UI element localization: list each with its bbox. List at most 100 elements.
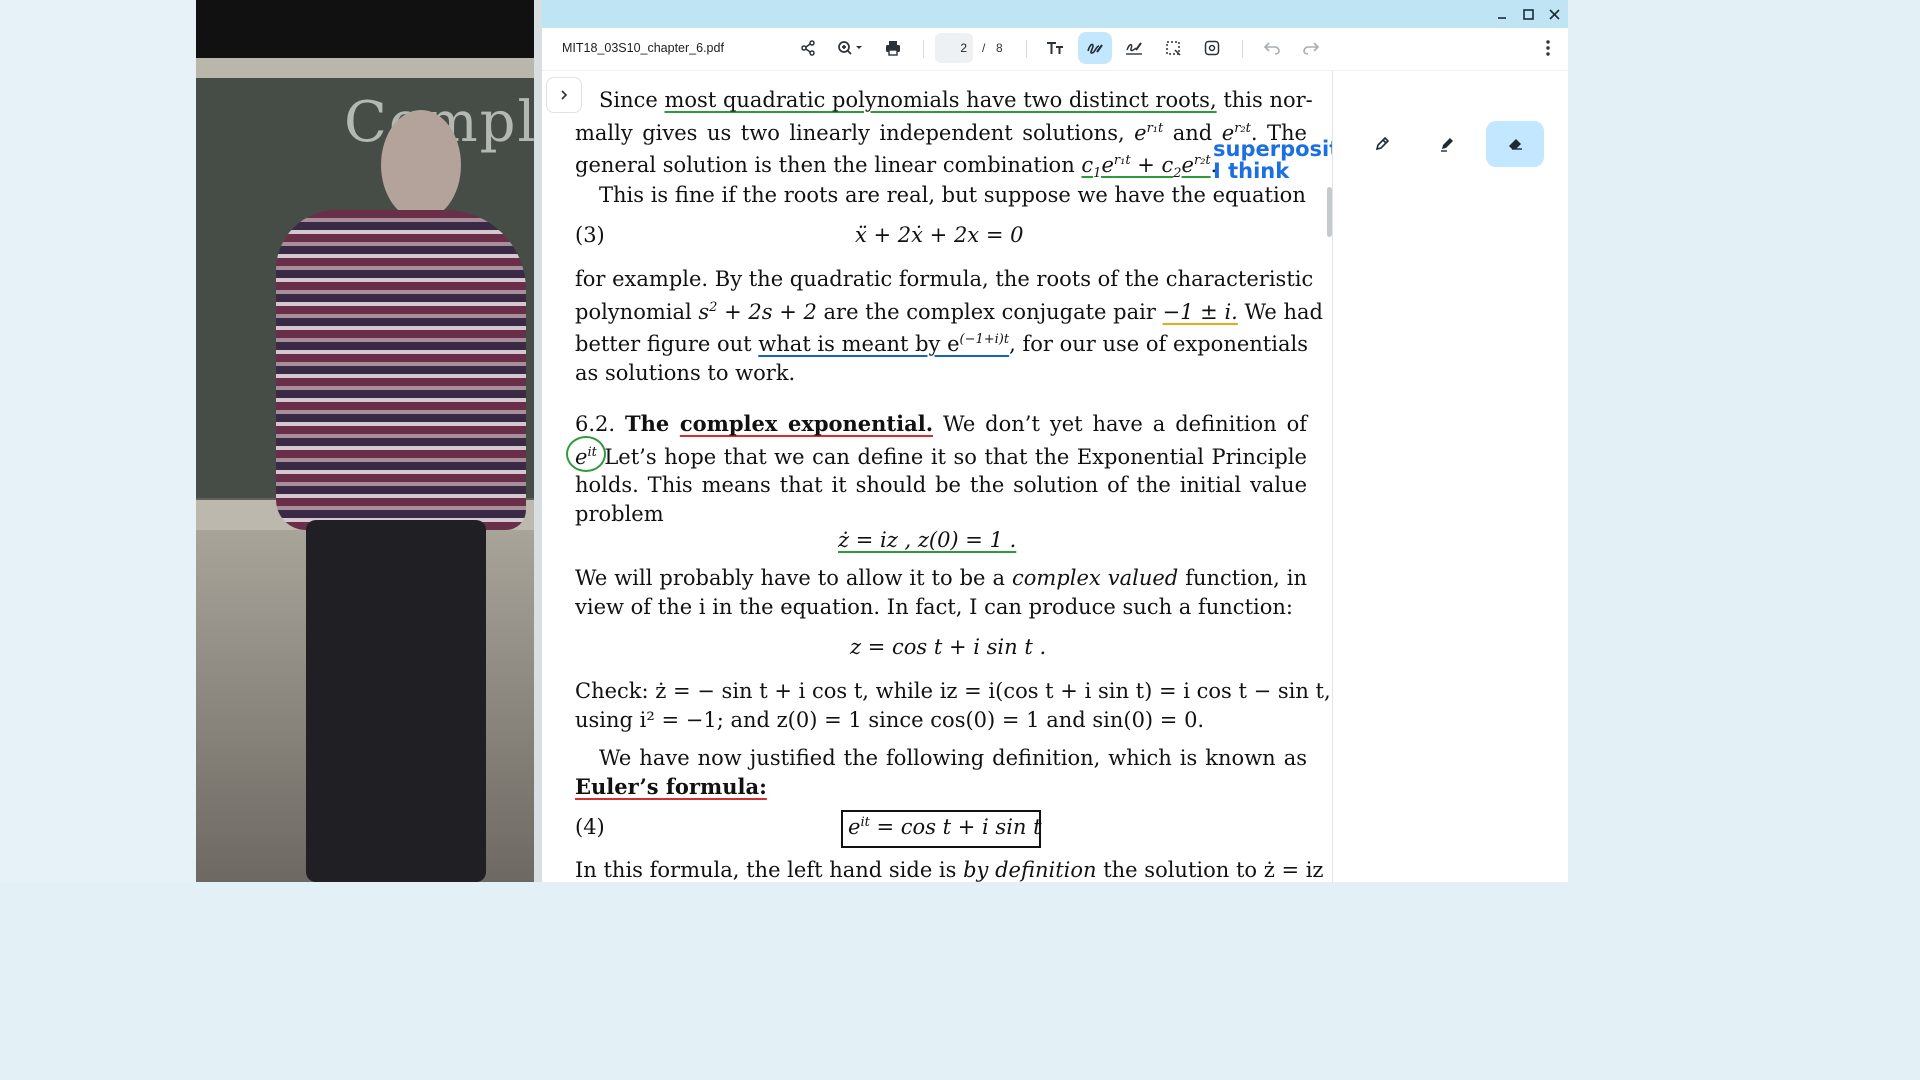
signature-icon <box>1126 42 1142 55</box>
close-icon <box>1548 8 1560 20</box>
emphasis: by definition <box>963 858 1097 882</box>
equation-number: (4) <box>575 815 605 839</box>
toolbar-separator <box>923 40 924 58</box>
page-number-input[interactable]: 2 <box>935 33 973 63</box>
select-icon <box>1166 41 1181 56</box>
desktop-background <box>0 0 196 882</box>
text-run: this nor- <box>1216 88 1313 112</box>
undo-icon <box>1264 42 1280 55</box>
text-line: using i² = −1; and z(0) = 1 since cos(0)… <box>575 707 1205 732</box>
share-button[interactable] <box>791 32 825 64</box>
share-icon <box>801 40 815 56</box>
note-line: superposition <box>1213 137 1332 161</box>
text-run: general solution is then the linear comb… <box>575 153 1082 177</box>
lecturer-legs <box>306 520 486 882</box>
minimize-button[interactable] <box>1491 3 1513 25</box>
redo-button[interactable] <box>1294 32 1328 64</box>
annotation-tools-pane <box>1333 71 1568 882</box>
eraser-tool-button[interactable] <box>1486 121 1544 167</box>
sidebar-toggle-button[interactable] <box>546 77 582 113</box>
page-total: 8 <box>996 41 1003 55</box>
undo-button[interactable] <box>1255 32 1289 64</box>
text-button[interactable] <box>1038 32 1072 64</box>
equation-4-rhs: = cos t + i sin t <box>876 815 1042 839</box>
paragraph-check: Check: ż = − sin t + i cos t, while iz =… <box>575 677 1331 734</box>
equation-4: eit = cos t + i sin t <box>848 815 1042 839</box>
equation-3: ẍ + 2ẋ + 2x = 0 <box>855 223 1024 247</box>
text-run: In this formula, the left hand side is <box>575 858 964 882</box>
minimize-icon <box>1498 17 1506 19</box>
emphasis: complex valued <box>1011 566 1179 590</box>
maximize-icon <box>1522 8 1534 20</box>
section-title: The <box>625 411 680 436</box>
video-edge <box>534 0 542 882</box>
paragraph-example: for example. By the quadratic formula, t… <box>575 265 1323 387</box>
pdf-page[interactable]: Since most quadratic polynomials have tw… <box>542 71 1332 882</box>
paragraph-last: In this formula, the left hand side is b… <box>575 856 1324 882</box>
toolbar-separator <box>1026 40 1027 58</box>
title-bar <box>542 0 1568 28</box>
section-complex-exponential: 6.2. The complex exponential. We don’t y… <box>575 410 1307 528</box>
text-run: , for our use of exponentials <box>1009 332 1308 356</box>
text-run: are the complex conjugate pair <box>816 299 1163 324</box>
text-line: for example. By the quadratic formula, t… <box>575 267 1314 291</box>
board-rail <box>196 58 542 78</box>
draw-icon <box>1087 43 1103 54</box>
pen-icon <box>1375 136 1390 151</box>
paragraph-suppose: This is fine if the roots are real, but … <box>575 181 1307 210</box>
text-run: better figure out <box>575 332 759 356</box>
zoom-button[interactable] <box>830 32 872 64</box>
text-run: We had <box>1237 299 1323 324</box>
close-button[interactable] <box>1543 3 1565 25</box>
maximize-button[interactable] <box>1517 3 1539 25</box>
note-line: I think <box>1213 159 1290 183</box>
draw-button[interactable] <box>1078 32 1112 64</box>
text-run: Since <box>599 88 665 112</box>
page-separator: / <box>982 41 986 55</box>
eraser-icon <box>1509 139 1522 150</box>
text-run: Let’s hope that we can define it so that… <box>596 444 1307 469</box>
board-top <box>196 0 542 62</box>
section-number: 6.2. <box>575 412 616 436</box>
zoom-icon <box>838 41 862 55</box>
pen-tool-button[interactable] <box>1353 121 1411 167</box>
equation-number: (3) <box>575 223 605 247</box>
circle-annotation <box>566 436 606 472</box>
section-title-annotated: complex exponential. <box>679 411 934 436</box>
eulers-formula-heading: Euler’s formula: <box>575 773 767 799</box>
chevron-right-icon <box>561 90 568 100</box>
handwritten-note: superposition I think <box>1213 138 1332 182</box>
text-run: the solution to ż = iz <box>1096 858 1324 882</box>
highlighter-tool-button[interactable] <box>1418 121 1476 167</box>
text-line: Check: ż = − sin t + i cos t, while iz =… <box>575 679 1331 703</box>
lecturer-head <box>381 110 461 220</box>
text-line: problem <box>575 501 664 526</box>
annotated-phrase: what is meant by e <box>758 332 960 356</box>
lecturer-sweater <box>276 210 526 530</box>
lens-icon <box>1204 40 1220 56</box>
lecture-video[interactable]: Complex <box>196 0 542 882</box>
equation-z: z = cos t + i sin t . <box>850 635 1047 659</box>
text-run: We don’t yet have a definition of <box>933 412 1307 436</box>
select-button[interactable] <box>1156 32 1190 64</box>
paragraph-complex-valued: We will probably have to allow it to be … <box>575 564 1307 621</box>
annotated-phrase: most quadratic polynomials have two dist… <box>664 88 1217 112</box>
more-menu-button[interactable] <box>1531 32 1565 64</box>
text-line: as solutions to work. <box>575 360 796 385</box>
print-button[interactable] <box>876 32 910 64</box>
text-line: holds. This means that it should be the … <box>575 473 1307 497</box>
text-line: We have now justified the following defi… <box>599 746 1307 770</box>
more-icon <box>1546 40 1550 56</box>
pdf-viewer-window: MIT18_03S10_chapter_6.pdf 2 / 8 Since mo… <box>542 0 1568 882</box>
lens-button[interactable] <box>1195 32 1229 64</box>
redo-icon <box>1303 42 1319 55</box>
text-line: view of the i in the equation. In fact, … <box>575 594 1293 619</box>
print-icon <box>886 41 900 56</box>
signature-button[interactable] <box>1117 32 1151 64</box>
toolbar-separator <box>1242 40 1243 58</box>
toolbar: MIT18_03S10_chapter_6.pdf 2 / 8 <box>542 28 1568 71</box>
paragraph-justified: We have now justified the following defi… <box>575 744 1307 801</box>
initial-value-problem: ż = iz , z(0) = 1 . <box>838 528 1017 552</box>
text-run: function, in <box>1178 566 1308 590</box>
text-run: We will probably have to allow it to be … <box>575 566 1012 590</box>
